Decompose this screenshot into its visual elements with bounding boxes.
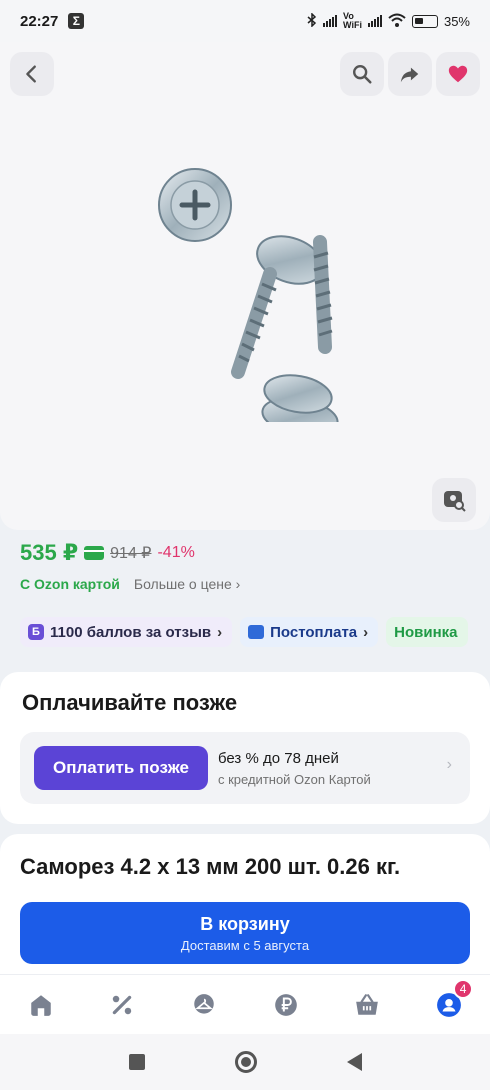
visual-search-button[interactable]	[432, 478, 476, 522]
nav-fashion[interactable]	[184, 985, 224, 1025]
home-icon	[31, 994, 51, 1016]
pay-later-title: Оплачивайте позже	[22, 690, 238, 715]
status-time: 22:27	[20, 12, 59, 30]
postpay-icon	[248, 625, 265, 639]
card-icon	[84, 546, 105, 560]
nav-discounts[interactable]	[102, 985, 142, 1025]
chip-label: Постоплата	[270, 623, 358, 641]
points-icon: Б	[28, 624, 44, 640]
share-button[interactable]	[388, 52, 432, 96]
ruble-icon	[274, 993, 297, 1016]
delivery-date: Доставим с 5 августа	[180, 937, 310, 953]
nav-finance[interactable]	[266, 985, 306, 1025]
back-system-icon[interactable]	[346, 1053, 362, 1071]
heart-icon	[448, 65, 468, 83]
percent-icon	[113, 995, 132, 1014]
hanger-icon	[194, 993, 214, 1014]
image-search-icon	[444, 491, 466, 512]
signal-icon-2	[367, 15, 382, 27]
bottom-navigation: 4	[0, 974, 490, 1034]
vowifi-icon: Vo WiFi	[343, 11, 362, 30]
chip-new[interactable]: Новинка	[386, 617, 468, 647]
chip-review-points[interactable]: Б 1100 баллов за отзыв ›	[20, 617, 233, 647]
battery-icon	[411, 14, 438, 28]
price-current: 535 ₽	[20, 540, 79, 565]
status-icons: Vo WiFi 35%	[307, 12, 470, 30]
product-image	[158, 168, 339, 422]
chevron-left-icon	[26, 65, 36, 83]
battery-level: 35%	[443, 13, 470, 29]
search-button[interactable]	[340, 52, 384, 96]
basket-icon	[356, 993, 379, 1015]
add-to-cart-label: В корзину	[200, 913, 290, 934]
system-navigation	[0, 1034, 490, 1090]
pay-later-section: Оплачивайте позже Оплатить позже без % д…	[0, 672, 490, 824]
wifi-icon	[388, 13, 406, 30]
home-system-icon[interactable]	[234, 1051, 257, 1073]
profile-badge: 4	[453, 978, 474, 999]
notification-icon: Σ	[68, 13, 85, 29]
pay-later-terms: без % до 78 дней	[218, 750, 339, 767]
chevron-right-icon: ›	[446, 756, 452, 773]
signal-icon	[323, 15, 338, 27]
nav-profile[interactable]: 4	[429, 978, 474, 1025]
chevron-right-icon: ›	[235, 576, 241, 592]
chip-label: 1100 баллов за отзыв	[50, 623, 212, 641]
feature-chips: Б 1100 баллов за отзыв › Постоплата › Но…	[20, 617, 490, 649]
search-icon	[353, 65, 372, 84]
share-icon	[400, 67, 419, 83]
pay-later-button[interactable]: Оплатить позже	[34, 746, 208, 790]
more-price-link[interactable]: Больше о цене ›	[134, 576, 240, 592]
product-section: Саморез 4.2 х 13 мм 200 шт. 0.26 кг. В к…	[0, 834, 490, 974]
price-old: 914 ₽	[110, 545, 152, 562]
pay-later-card-note: с кредитной Ozon Картой	[218, 772, 371, 787]
chevron-right-icon: ›	[217, 623, 223, 641]
recent-apps-icon[interactable]	[128, 1054, 145, 1070]
status-bar: 22:27 Σ Vo WiFi 35%	[0, 0, 490, 42]
discount-badge: -41%	[157, 544, 195, 561]
ozon-card-label: С Ozon картой	[20, 576, 120, 592]
chip-label: Новинка	[394, 623, 458, 641]
bluetooth-icon	[307, 11, 317, 30]
nav-cart[interactable]	[347, 985, 387, 1025]
pay-later-box[interactable]: Оплатить позже без % до 78 дней с кредит…	[20, 732, 470, 804]
back-button[interactable]	[10, 52, 54, 96]
product-title: Саморез 4.2 х 13 мм 200 шт. 0.26 кг.	[20, 854, 401, 879]
add-to-cart-button[interactable]: В корзину Доставим с 5 августа	[20, 902, 470, 964]
product-gallery[interactable]	[0, 42, 490, 530]
chip-postpay[interactable]: Постоплата ›	[240, 617, 379, 647]
chevron-right-icon: ›	[363, 623, 369, 641]
nav-home[interactable]	[21, 985, 61, 1025]
favorite-button[interactable]	[436, 52, 480, 96]
more-price-label: Больше о цене	[133, 576, 232, 592]
price-block: 535 ₽ 914 ₽ -41% С Ozon картой Больше о …	[20, 540, 480, 592]
